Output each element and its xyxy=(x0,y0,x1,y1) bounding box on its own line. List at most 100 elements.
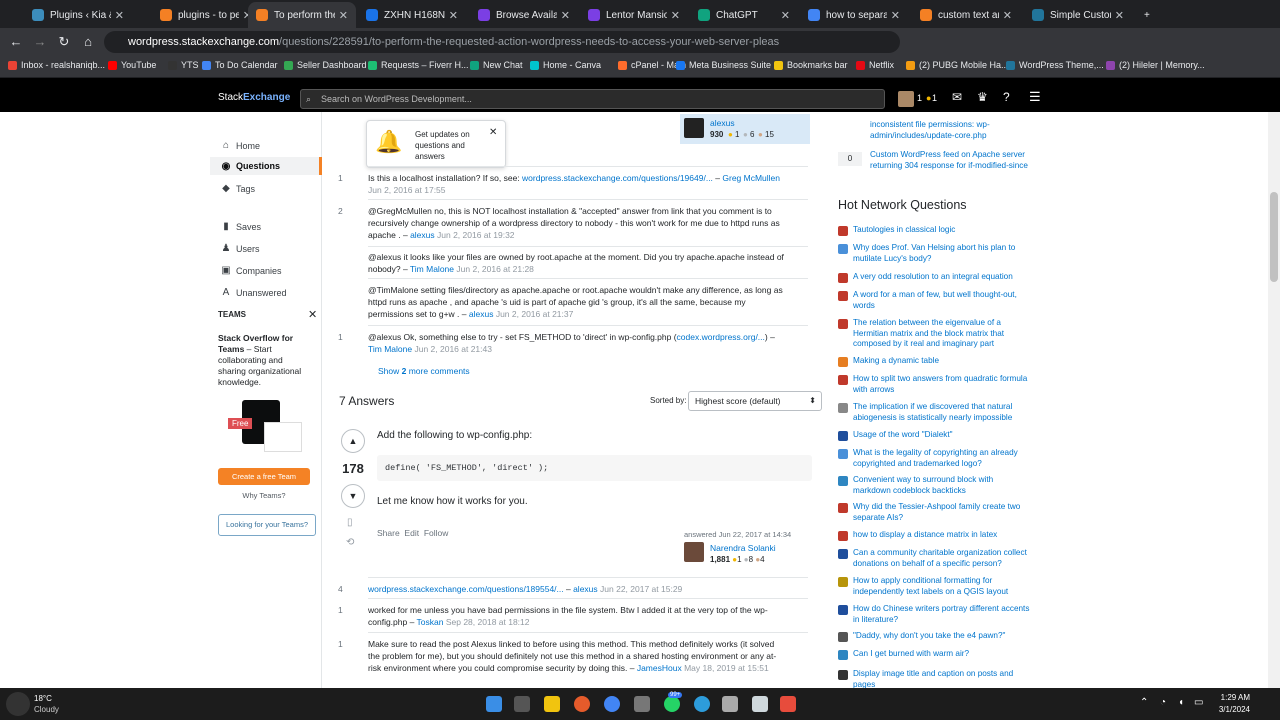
hot-network-item[interactable]: Why did the Tessier-Ashpool family creat… xyxy=(838,502,1033,523)
recorder-icon[interactable] xyxy=(780,696,796,712)
hot-network-item[interactable]: A very odd resolution to an integral equ… xyxy=(838,272,1033,283)
file-explorer-icon[interactable] xyxy=(544,696,560,712)
app-icon[interactable] xyxy=(634,696,650,712)
bookmark-item[interactable]: Requests – Fiverr H... xyxy=(368,60,469,70)
hot-network-item[interactable]: Can I get burned with warm air? xyxy=(838,649,1033,660)
bookmark-item[interactable]: Meta Business Suite xyxy=(676,60,771,70)
tab-close-icon[interactable]: ✕ xyxy=(671,9,680,22)
hot-network-item[interactable]: Why does Prof. Van Helsing abort his pla… xyxy=(838,243,1033,264)
scrollbar[interactable] xyxy=(1268,112,1280,688)
chrome-icon[interactable] xyxy=(604,696,620,712)
bookmark-item[interactable]: (2) Hileler | Memory... xyxy=(1106,60,1205,70)
related-question[interactable]: inconsistent file permissions: wp-admin/… xyxy=(838,120,1033,141)
hot-network-item[interactable]: how to display a distance matrix in late… xyxy=(838,530,1033,541)
comment-user[interactable]: alexus xyxy=(410,230,435,240)
hot-network-item[interactable]: How do Chinese writers portray different… xyxy=(838,604,1033,625)
bookmark-item[interactable]: WordPress Theme,... xyxy=(1006,60,1104,70)
bookmark-item[interactable]: YouTube xyxy=(108,60,156,70)
tab-close-icon[interactable]: ✕ xyxy=(781,9,790,22)
hot-network-item[interactable]: Display image title and caption on posts… xyxy=(838,669,1033,688)
hot-network-item[interactable]: Usage of the word "Dialekt" xyxy=(838,430,1033,441)
stackexchange-logo[interactable]: StackExchange xyxy=(218,92,290,103)
close-icon[interactable]: ✕ xyxy=(308,308,317,321)
bookmark-item[interactable]: Inbox - realshaniqb... xyxy=(8,60,105,70)
browser-tab[interactable]: how to separate d ✕ xyxy=(800,4,908,26)
create-team-button[interactable]: Create a free Team xyxy=(218,468,310,485)
hot-network-item[interactable]: How to split two answers from quadratic … xyxy=(838,374,1033,395)
help-icon[interactable]: ? xyxy=(1003,90,1010,104)
answerer-name[interactable]: Narendra Solanki xyxy=(710,543,776,553)
bookmark-icon[interactable]: ▯ xyxy=(347,517,353,528)
comment-link[interactable]: codex.wordpress.org/... xyxy=(677,332,765,342)
clock-time[interactable]: 1:29 AM xyxy=(1218,693,1250,702)
browser-tab[interactable]: custom text anyw ✕ xyxy=(912,4,1020,26)
nav-questions[interactable]: ◉ Questions xyxy=(210,157,322,175)
related-question[interactable]: Custom WordPress feed on Apache server r… xyxy=(838,150,1033,171)
battery-icon[interactable]: ▭ xyxy=(1194,697,1203,708)
comment-link[interactable]: wordpress.stackexchange.com/questions/18… xyxy=(368,584,564,594)
answerer-avatar[interactable] xyxy=(684,542,704,562)
bookmark-item[interactable]: Seller Dashboard xyxy=(284,60,367,70)
comment-user[interactable]: JamesHoux xyxy=(637,663,682,673)
comment-user[interactable]: Toskan xyxy=(417,617,444,627)
comment-user[interactable]: alexus xyxy=(469,309,494,319)
share-link[interactable]: Share xyxy=(377,528,400,538)
chrome-profile-icon[interactable] xyxy=(694,696,710,712)
upvote-button[interactable]: ▲ xyxy=(341,429,365,453)
tray-chevron-icon[interactable]: ⌃ xyxy=(1140,697,1148,708)
tab-close-icon[interactable]: ✕ xyxy=(115,9,124,22)
sort-select[interactable]: Highest score (default) ⬍ xyxy=(688,391,822,411)
hot-network-item[interactable]: The relation between the eigenvalue of a… xyxy=(838,318,1033,350)
bookmark-item[interactable]: Home - Canva xyxy=(530,60,601,70)
nav-saves[interactable]: ▮ Saves xyxy=(220,221,261,232)
tab-close-icon[interactable]: ✕ xyxy=(339,9,348,22)
hot-network-item[interactable]: Can a community charitable organization … xyxy=(838,548,1033,569)
search-input[interactable]: ⌕ Search on WordPress Development... xyxy=(300,89,885,109)
nav-unanswered[interactable]: A Unanswered xyxy=(220,287,287,298)
show-more-comments-link[interactable]: Show 2 more comments xyxy=(378,366,470,376)
nav-users[interactable]: ♟ Users xyxy=(220,243,260,254)
site-switcher-icon[interactable]: ☰ xyxy=(1029,89,1041,105)
wifi-icon[interactable]: ◔ xyxy=(1160,697,1166,708)
browser-tab[interactable]: To perform the re ✕ xyxy=(248,2,356,28)
hot-network-item[interactable]: Tautologies in classical logic xyxy=(838,225,1033,236)
tab-close-icon[interactable]: ✕ xyxy=(449,9,458,22)
history-icon[interactable]: ⟲ xyxy=(346,537,354,548)
comment-user[interactable]: alexus xyxy=(573,584,598,594)
looking-for-teams-button[interactable]: Looking for your Teams? xyxy=(218,514,316,536)
popup-close-icon[interactable]: ✕ xyxy=(489,127,497,138)
url-field[interactable]: wordpress.stackexchange.com/questions/22… xyxy=(104,31,900,53)
scrollbar-thumb[interactable] xyxy=(1270,192,1278,282)
whatsapp-icon[interactable] xyxy=(664,696,680,712)
bookmark-item[interactable]: Bookmarks bar xyxy=(774,60,848,70)
follow-link[interactable]: Follow xyxy=(424,528,449,538)
volume-icon[interactable]: ◖ xyxy=(1178,697,1184,708)
reload-icon[interactable]: ↻ xyxy=(56,34,72,50)
bookmark-item[interactable]: Netflix xyxy=(856,60,894,70)
task-view-icon[interactable] xyxy=(514,696,530,712)
browser-tab[interactable]: ChatGPT ✕ xyxy=(690,4,798,26)
owner-name[interactable]: alexus xyxy=(710,118,735,128)
achievements-icon[interactable]: ♛ xyxy=(977,90,988,104)
notepad-icon[interactable] xyxy=(752,696,768,712)
hot-network-item[interactable]: Convenient way to surround block with ma… xyxy=(838,475,1033,496)
hot-network-item[interactable]: "Daddy, why don't you take the e4 pawn?" xyxy=(838,631,1033,642)
edit-link[interactable]: Edit xyxy=(404,528,419,538)
hot-network-item[interactable]: The implication if we discovered that na… xyxy=(838,402,1033,423)
firefox-icon[interactable] xyxy=(574,696,590,712)
tab-close-icon[interactable]: ✕ xyxy=(1115,9,1124,22)
comment-user[interactable]: Tim Malone xyxy=(410,264,454,274)
nav-home[interactable]: ⌂ Home xyxy=(220,140,260,151)
hot-network-item[interactable]: How to apply conditional formatting for … xyxy=(838,576,1033,597)
browser-tab[interactable]: ZXHN H168N V2... ✕ xyxy=(358,4,466,26)
comment-link[interactable]: wordpress.stackexchange.com/questions/19… xyxy=(522,173,713,183)
inbox-icon[interactable]: ✉ xyxy=(952,90,962,104)
home-icon[interactable]: ⌂ xyxy=(80,34,96,50)
bookmark-item[interactable]: New Chat xyxy=(470,60,523,70)
bookmark-item[interactable]: To Do Calendar xyxy=(202,60,278,70)
nav-companies[interactable]: ▣ Companies xyxy=(220,265,281,276)
clock-date[interactable]: 3/1/2024 xyxy=(1214,705,1250,714)
weather-icon[interactable] xyxy=(6,692,30,716)
tab-close-icon[interactable]: ✕ xyxy=(1003,9,1012,22)
browser-tab[interactable]: Lentor Mansion P ✕ xyxy=(580,4,688,26)
